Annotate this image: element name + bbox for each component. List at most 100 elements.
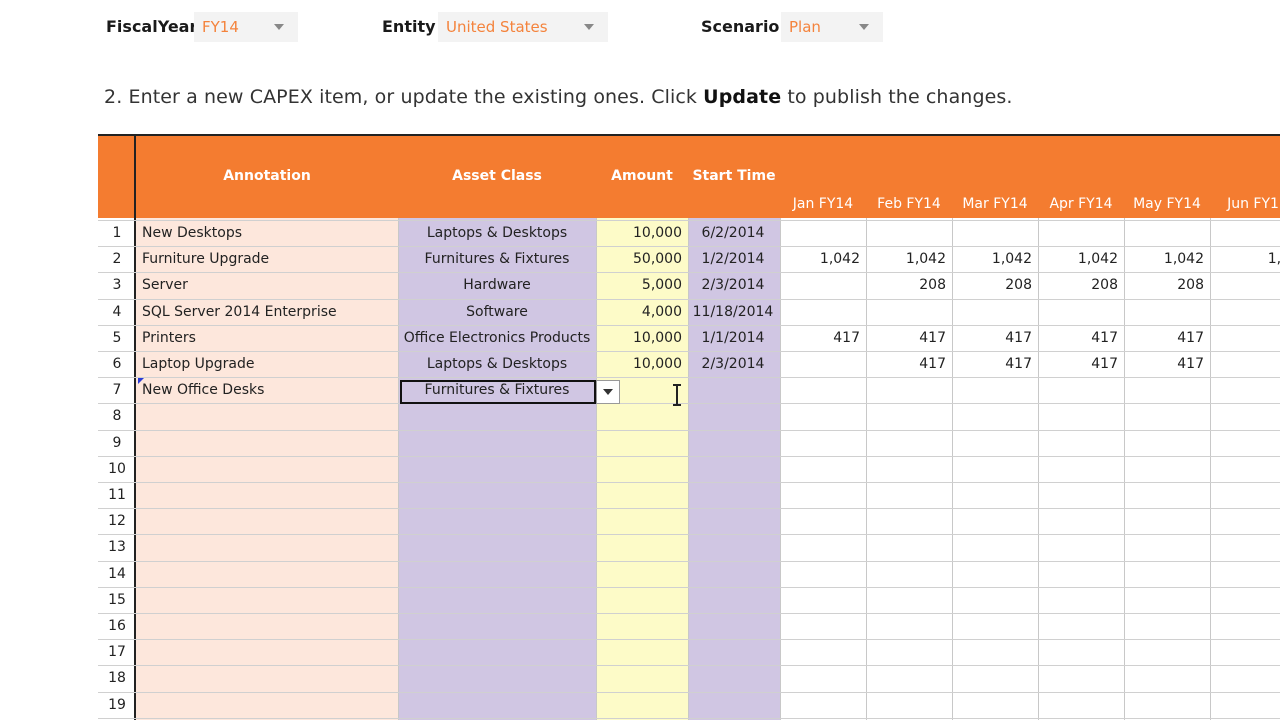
month-value-cell[interactable]: 417	[1038, 325, 1118, 351]
month-value-cell[interactable]: 1,042	[866, 246, 946, 272]
row-number[interactable]: 5	[98, 325, 136, 351]
asset-class-cell[interactable]: Furnitures & Fixtures	[398, 246, 596, 272]
row-number[interactable]: 11	[98, 482, 136, 508]
month-value-cell[interactable]: 417	[1124, 351, 1204, 377]
month-value-cell[interactable]	[1124, 299, 1204, 325]
start-time-cell[interactable]: 2/3/2014	[688, 272, 778, 298]
month-value-cell[interactable]: 4	[1210, 220, 1280, 246]
asset-class-cell[interactable]: Software	[398, 299, 596, 325]
month-value-cell[interactable]	[1124, 377, 1204, 403]
row-number[interactable]: 4	[98, 299, 136, 325]
month-value-cell[interactable]	[866, 220, 946, 246]
month-value-cell[interactable]: 4	[1210, 325, 1280, 351]
row-number[interactable]: 8	[98, 403, 136, 429]
asset-class-cell[interactable]: Laptops & Desktops	[398, 220, 596, 246]
month-value-cell[interactable]	[866, 299, 946, 325]
month-value-cell[interactable]: 1,0	[1210, 246, 1280, 272]
header-month: May FY14	[1133, 196, 1201, 212]
month-value-cell[interactable]: 1,042	[1124, 246, 1204, 272]
month-value-cell[interactable]	[1038, 377, 1118, 403]
month-value-cell[interactable]	[780, 220, 860, 246]
fiscal-year-select[interactable]: FY14	[194, 12, 298, 42]
cell-dropdown-button[interactable]	[596, 380, 620, 404]
month-value-cell[interactable]	[780, 272, 860, 298]
month-value-cell[interactable]	[780, 299, 860, 325]
month-value-cell[interactable]	[866, 377, 946, 403]
row-number[interactable]: 17	[98, 639, 136, 665]
month-value-cell[interactable]: 208	[866, 272, 946, 298]
month-value-cell[interactable]	[952, 220, 1032, 246]
annotation-cell[interactable]: Server	[142, 272, 188, 298]
start-time-cell[interactable]: 11/18/2014	[688, 299, 778, 325]
instruction-update-word: Update	[703, 86, 782, 108]
month-value-cell[interactable]: 208	[1124, 272, 1204, 298]
start-time-cell[interactable]: 2/3/2014	[688, 351, 778, 377]
active-cell[interactable]	[400, 380, 596, 404]
amount-cell[interactable]: 10,000	[596, 220, 682, 246]
month-value-cell[interactable]: 417	[866, 351, 946, 377]
month-value-cell[interactable]: 417	[1038, 351, 1118, 377]
header-month: Jun FY1	[1227, 196, 1279, 212]
month-value-cell[interactable]	[780, 351, 860, 377]
asset-class-cell[interactable]: Hardware	[398, 272, 596, 298]
annotation-cell[interactable]: Printers	[142, 325, 196, 351]
amount-cell[interactable]: 50,000	[596, 246, 682, 272]
month-value-cell[interactable]: 1,042	[780, 246, 860, 272]
start-time-cell[interactable]: 1/2/2014	[688, 246, 778, 272]
row-number[interactable]: 6	[98, 351, 136, 377]
month-value-cell[interactable]	[952, 377, 1032, 403]
annotation-cell[interactable]: Laptop Upgrade	[142, 351, 255, 377]
annotation-cell[interactable]: Furniture Upgrade	[142, 246, 269, 272]
row-number[interactable]: 16	[98, 613, 136, 639]
month-value-cell[interactable]	[1038, 299, 1118, 325]
month-value-cell[interactable]	[1038, 220, 1118, 246]
asset-class-cell[interactable]: Office Electronics Products	[398, 325, 596, 351]
row-number[interactable]: 15	[98, 587, 136, 613]
start-time-cell[interactable]: 6/2/2014	[688, 220, 778, 246]
row-number[interactable]: 12	[98, 508, 136, 534]
amount-cell[interactable]: 10,000	[596, 325, 682, 351]
month-value-cell[interactable]	[1210, 377, 1280, 403]
month-value-cell[interactable]	[1210, 299, 1280, 325]
amount-cell[interactable]: 10,000	[596, 351, 682, 377]
row-number[interactable]: 2	[98, 246, 136, 272]
month-value-cell[interactable]: 4	[1210, 351, 1280, 377]
month-value-cell[interactable]: 417	[952, 325, 1032, 351]
amount-cell[interactable]: 4,000	[596, 299, 682, 325]
month-value-cell[interactable]: 208	[1038, 272, 1118, 298]
month-value-cell[interactable]: 2	[1210, 272, 1280, 298]
month-value-cell[interactable]	[952, 299, 1032, 325]
row-number[interactable]: 1	[98, 220, 136, 246]
month-value-cell[interactable]: 417	[952, 351, 1032, 377]
month-value-cell[interactable]: 417	[780, 325, 860, 351]
start-time-cell[interactable]	[688, 377, 778, 403]
header-month: Feb FY14	[877, 196, 941, 212]
capex-grid[interactable]: Annotation Asset Class Amount Start Time…	[98, 134, 1280, 720]
month-value-cell[interactable]: 417	[1124, 325, 1204, 351]
asset-class-cell[interactable]: Laptops & Desktops	[398, 351, 596, 377]
annotation-cell[interactable]: New Desktops	[142, 220, 242, 246]
row-number[interactable]: 13	[98, 534, 136, 560]
row-number[interactable]: 7	[98, 377, 136, 403]
row-number[interactable]: 19	[98, 692, 136, 718]
entity-select[interactable]: United States	[438, 12, 608, 42]
row-number[interactable]: 14	[98, 561, 136, 587]
month-value-cell[interactable]: 417	[866, 325, 946, 351]
month-value-cell[interactable]: 208	[952, 272, 1032, 298]
instruction-pre: 2. Enter a new CAPEX item, or update the…	[104, 86, 704, 108]
row-number[interactable]: 18	[98, 665, 136, 691]
amount-cell[interactable]: 5,000	[596, 272, 682, 298]
month-value-cell[interactable]: 1,042	[952, 246, 1032, 272]
chevron-down-icon	[859, 24, 869, 30]
month-value-cell[interactable]	[1124, 220, 1204, 246]
annotation-cell[interactable]: SQL Server 2014 Enterprise	[142, 299, 337, 325]
annotation-cell[interactable]: New Office Desks	[142, 377, 264, 403]
start-time-cell[interactable]: 1/1/2014	[688, 325, 778, 351]
month-value-cell[interactable]: 1,042	[1038, 246, 1118, 272]
month-value-cell[interactable]	[780, 377, 860, 403]
row-number[interactable]: 9	[98, 430, 136, 456]
scenario-select[interactable]: Plan	[781, 12, 883, 42]
row-number[interactable]: 3	[98, 272, 136, 298]
row-number[interactable]: 10	[98, 456, 136, 482]
entity-label: Entity	[382, 17, 436, 36]
